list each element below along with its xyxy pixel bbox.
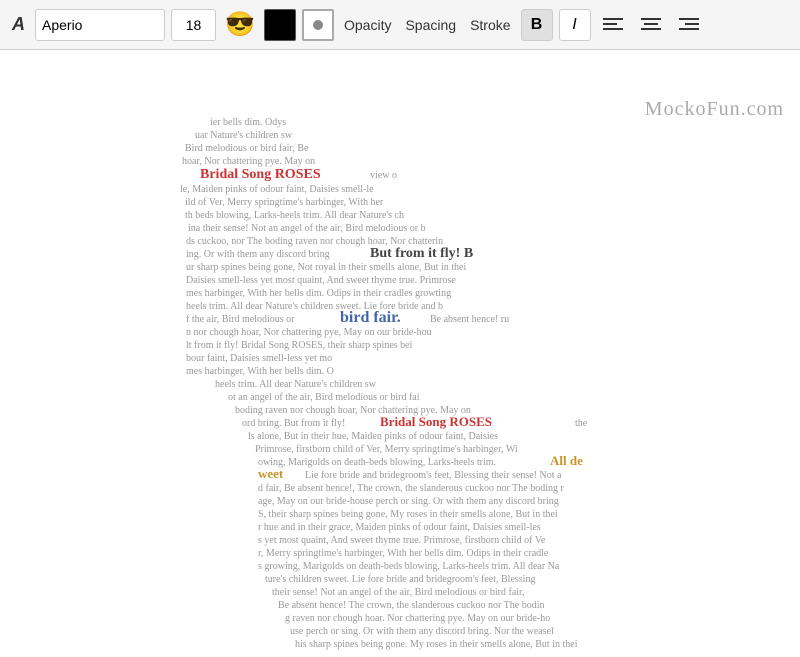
svg-text:s growing, Marigolds on death-: s growing, Marigolds on death-beds blowi… bbox=[258, 561, 560, 572]
svg-text:view o: view o bbox=[370, 170, 397, 181]
svg-text:uar Nature's children sw: uar Nature's children sw bbox=[195, 130, 293, 141]
svg-text:le, Maiden pinks of odour fain: le, Maiden pinks of odour faint, Daisies… bbox=[180, 184, 374, 195]
spacing-label: Spacing bbox=[401, 17, 460, 33]
svg-text:th beds blowing, Larks-heels t: th beds blowing, Larks-heels trim. All d… bbox=[185, 210, 404, 221]
svg-text:Be absent hence! The crown, th: Be absent hence! The crown, the slandero… bbox=[278, 600, 545, 611]
color-black-swatch[interactable] bbox=[264, 9, 296, 41]
svg-text:heels trim. All dear Nature's: heels trim. All dear Nature's children s… bbox=[186, 301, 443, 312]
svg-text:ot an angel of the air, Bird m: ot an angel of the air, Bird melodious o… bbox=[228, 392, 420, 403]
align-left-icon bbox=[603, 16, 623, 34]
svg-text:ture's children sweet. Lie for: ture's children sweet. Lie fore bride an… bbox=[265, 574, 535, 585]
opacity-label: Opacity bbox=[340, 17, 395, 33]
svg-text:bour faint, Daisies smell-less: bour faint, Daisies smell-less yet mo bbox=[186, 353, 332, 364]
svg-text:heels trim. All dear Nature's: heels trim. All dear Nature's children s… bbox=[215, 379, 377, 390]
svg-text:Bird melodious or bird fair, B: Bird melodious or bird fair, Be bbox=[185, 143, 309, 154]
svg-text:Lie fore bride and bridegroom': Lie fore bride and bridegroom's feet, Bl… bbox=[305, 470, 562, 481]
font-size-input[interactable] bbox=[171, 9, 216, 41]
align-left-button[interactable] bbox=[597, 9, 629, 41]
svg-text:bird fair.: bird fair. bbox=[340, 309, 401, 326]
svg-text:ing. Or with them any discord: ing. Or with them any discord bring bbox=[186, 249, 330, 260]
watermark: MockoFun.com bbox=[645, 98, 784, 121]
svg-text:f the air, Bird melodious or: f the air, Bird melodious or bbox=[186, 314, 295, 325]
svg-text:ds cuckoo, nor The boding rave: ds cuckoo, nor The boding raven nor chou… bbox=[186, 236, 443, 247]
svg-text:n nor chough hoar, Nor chatter: n nor chough hoar, Nor chattering pye, M… bbox=[186, 327, 432, 338]
font-type-icon: A bbox=[8, 14, 29, 35]
svg-text:Daisies smell-less yet most qu: Daisies smell-less yet most quaint, And … bbox=[186, 275, 456, 286]
align-center-icon bbox=[641, 16, 661, 34]
svg-text:All de: All de bbox=[550, 453, 583, 468]
svg-text:d fair, Be absent hence!, The: d fair, Be absent hence!, The crown, the… bbox=[258, 483, 564, 494]
svg-text:s yet most quaint, And sweet t: s yet most quaint, And sweet thyme true.… bbox=[258, 535, 546, 546]
bold-button[interactable]: B bbox=[521, 9, 553, 41]
svg-text:g raven nor chough hoar. Nor c: g raven nor chough hoar. Nor chattering … bbox=[285, 613, 550, 624]
svg-text:r hue and in their grace, Maid: r hue and in their grace, Maiden pinks o… bbox=[258, 522, 541, 533]
emoji-button[interactable]: 😎 bbox=[222, 7, 258, 43]
svg-text:mes harbinger, With her bells: mes harbinger, With her bells dim. Odips… bbox=[186, 288, 451, 299]
svg-text:the: the bbox=[575, 418, 588, 429]
svg-text:hoar, Nor chattering pye. May: hoar, Nor chattering pye. May on bbox=[182, 156, 315, 167]
svg-text:mes harbinger, With her bells: mes harbinger, With her bells dim. O bbox=[186, 366, 334, 377]
svg-text:r, Merry springtime's harbinge: r, Merry springtime's harbinger, With he… bbox=[258, 548, 549, 559]
stroke-label: Stroke bbox=[466, 17, 514, 33]
svg-text:their sense! Not an angel of t: their sense! Not an angel of the air, Bi… bbox=[272, 587, 524, 598]
svg-text:his sharp spines being gone. M: his sharp spines being gone. My roses in… bbox=[295, 639, 578, 650]
canvas-area[interactable]: MockoFun.com .t { font-family: Georgia, … bbox=[0, 50, 800, 657]
align-center-button[interactable] bbox=[635, 9, 667, 41]
toolbar: A 😎 Opacity Spacing Stroke B I bbox=[0, 0, 800, 50]
svg-text:ina their sense! Not an angel: ina their sense! Not an angel of the air… bbox=[188, 223, 426, 234]
svg-text:weet: weet bbox=[258, 466, 284, 481]
svg-text:Bridal Song ROSES: Bridal Song ROSES bbox=[380, 414, 492, 429]
svg-text:age, May on our bride-house pe: age, May on our bride-house perch or sin… bbox=[258, 496, 559, 507]
svg-text:S, their sharp spines being go: S, their sharp spines being gone, My ros… bbox=[258, 509, 558, 520]
align-right-icon bbox=[679, 16, 699, 34]
color-white-swatch[interactable] bbox=[302, 9, 334, 41]
italic-icon: I bbox=[572, 16, 576, 34]
svg-text:owing, Marigolds on death-beds: owing, Marigolds on death-beds blowing, … bbox=[258, 457, 496, 468]
svg-text:Be absent hence! ru: Be absent hence! ru bbox=[430, 314, 509, 325]
text-art: .t { font-family: Georgia, serif; fill: … bbox=[0, 50, 800, 657]
svg-text:ier bells dim. Odys: ier bells dim. Odys bbox=[210, 117, 286, 128]
svg-text:use perch or sing. Or with the: use perch or sing. Or with them any disc… bbox=[290, 626, 554, 637]
svg-text:lt from it fly! Bridal Song RO: lt from it fly! Bridal Song ROSES, their… bbox=[186, 340, 413, 351]
svg-text:Bridal Song ROSES: Bridal Song ROSES bbox=[200, 167, 321, 182]
svg-text:Primrose, firstborn child of V: Primrose, firstborn child of Ver, Merry … bbox=[255, 444, 518, 455]
svg-text:ild of Ver, Merry springtime's: ild of Ver, Merry springtime's harbinger… bbox=[185, 197, 384, 208]
svg-text:But from it fly! B: But from it fly! B bbox=[370, 246, 473, 261]
svg-text:ls alone, But in their hue, Ma: ls alone, But in their hue, Maiden pinks… bbox=[248, 431, 498, 442]
font-name-input[interactable] bbox=[35, 9, 165, 41]
svg-text:boding raven nor chough hoar,: boding raven nor chough hoar, Nor chatte… bbox=[235, 405, 471, 416]
italic-button[interactable]: I bbox=[559, 9, 591, 41]
svg-text:ord bring. But from it fly!: ord bring. But from it fly! bbox=[242, 418, 345, 429]
svg-text:ur sharp spines being gone, No: ur sharp spines being gone, Not royal in… bbox=[186, 262, 466, 273]
bold-icon: B bbox=[531, 16, 543, 34]
align-right-button[interactable] bbox=[673, 9, 705, 41]
